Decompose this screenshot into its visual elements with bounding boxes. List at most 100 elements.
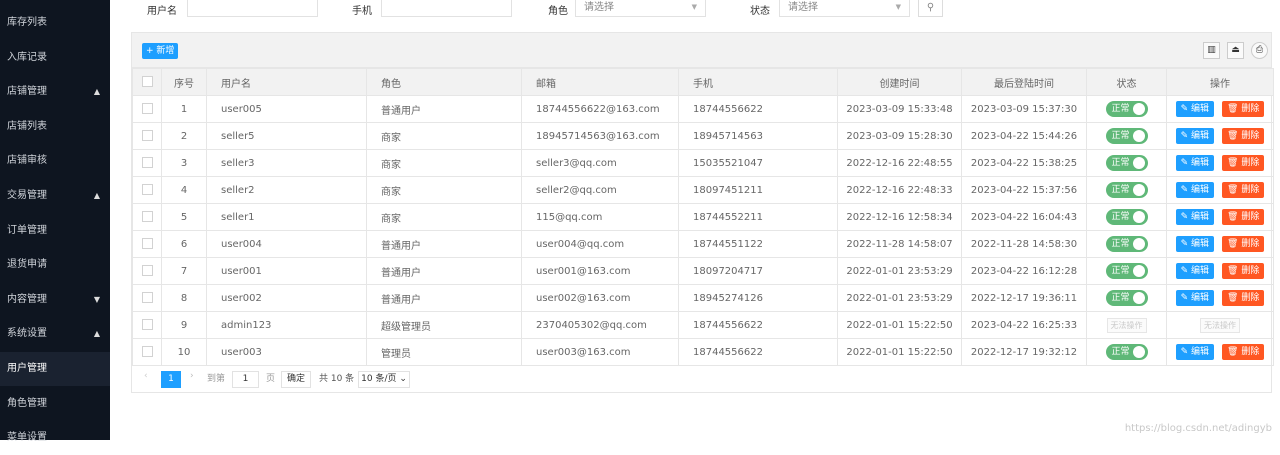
username-input[interactable] (187, 0, 318, 17)
edit-button[interactable]: ✎ 编辑 (1175, 101, 1215, 117)
table-cell: 18744552211 (678, 203, 838, 231)
sidebar-item[interactable]: 店铺管理 ▲ (0, 75, 110, 109)
table-cell: user002 (206, 284, 367, 312)
table-cell: seller2@qq.com (521, 176, 679, 204)
delete-button[interactable]: 🗑 删除 (1222, 290, 1265, 306)
edit-button[interactable]: ✎ 编辑 (1175, 209, 1215, 225)
role-select[interactable]: 请选择 ▼ (575, 0, 706, 17)
sidebar-item-label: 店铺管理 (7, 86, 47, 98)
row-checkbox[interactable] (132, 338, 162, 366)
sidebar-item[interactable]: 入库记录 (0, 41, 110, 75)
table-cell: seller3@qq.com (521, 149, 679, 177)
column-header: 序号 (161, 68, 207, 96)
caret-up-icon: ▲ (93, 87, 100, 97)
prev-page-icon[interactable]: ‹ (144, 371, 148, 381)
confirm-button[interactable]: 确定 (281, 371, 311, 388)
user-table-panel: + 新增 ▥ ⏏ ⎙ 序号 用户名 角色 邮箱 手机 创建时间 最后登陆时间 状态 操作 1 us… (131, 32, 1274, 393)
table-cell: 2022-11-28 14:58:07 (837, 230, 962, 258)
sidebar-item-label: 内容管理 (7, 293, 47, 305)
edit-button[interactable]: ✎ 编辑 (1175, 182, 1215, 198)
row-checkbox[interactable] (132, 257, 162, 285)
table-cell: 5 (161, 203, 207, 231)
edit-button[interactable]: ✎ 编辑 (1175, 344, 1215, 360)
sidebar-item[interactable]: 退货申请 (0, 248, 110, 282)
delete-button[interactable]: 🗑 删除 (1222, 155, 1265, 171)
delete-button[interactable]: 🗑 删除 (1222, 128, 1265, 144)
edit-button[interactable]: ✎ 编辑 (1175, 290, 1215, 306)
status-toggle[interactable]: 正常 (1105, 236, 1148, 252)
row-checkbox[interactable] (132, 122, 162, 150)
edit-button[interactable]: ✎ 编辑 (1175, 155, 1215, 171)
row-checkbox[interactable] (132, 95, 162, 123)
delete-button[interactable]: 🗑 删除 (1222, 182, 1265, 198)
columns-icon[interactable]: ▥ (1203, 42, 1220, 59)
status-toggle[interactable]: 正常 (1105, 209, 1148, 225)
sidebar-item[interactable]: 系统设置 ▲ (0, 317, 110, 351)
sidebar-item[interactable]: 交易管理 ▲ (0, 179, 110, 213)
sidebar-item[interactable]: 店铺审核 (0, 144, 110, 178)
user-table: 序号 用户名 角色 邮箱 手机 创建时间 最后登陆时间 状态 操作 1 user005 普通用户 18… (132, 68, 1274, 366)
page-size-select[interactable]: 10 条/页 ⌄ (358, 371, 410, 388)
sidebar-item[interactable]: 订单管理 (0, 214, 110, 248)
status-placeholder: 请选择 (788, 2, 818, 13)
next-page-icon[interactable]: › (190, 371, 194, 381)
status-toggle[interactable]: 正常 (1105, 155, 1148, 171)
status-toggle[interactable]: 正常 (1105, 263, 1148, 279)
edit-button[interactable]: ✎ 编辑 (1175, 236, 1215, 252)
row-checkbox[interactable] (132, 230, 162, 258)
table-cell: 18945274126 (678, 284, 838, 312)
delete-button[interactable]: 🗑 删除 (1222, 101, 1265, 117)
table-row: 4 seller2 商家 seller2@qq.com 18097451211 2022-… (132, 176, 1274, 204)
table-cell: 2022-11-28 14:58:30 (961, 230, 1087, 258)
row-checkbox[interactable] (132, 149, 162, 177)
delete-button[interactable]: 🗑 删除 (1222, 344, 1265, 360)
delete-button[interactable]: 🗑 删除 (1222, 263, 1265, 279)
status-toggle[interactable]: 正常 (1105, 101, 1148, 117)
sidebar-item-label: 用户管理 (7, 363, 47, 374)
table-cell: 2023-03-09 15:33:48 (837, 95, 962, 123)
row-checkbox[interactable] (132, 203, 162, 231)
table-cell: 2023-04-22 15:38:25 (961, 149, 1087, 177)
sidebar-item[interactable]: 菜单设置 (0, 421, 110, 455)
sidebar-item-label: 订单管理 (7, 224, 47, 236)
edit-button[interactable]: ✎ 编辑 (1175, 128, 1215, 144)
column-header: 角色 (366, 68, 522, 96)
table-cell: user003@163.com (521, 338, 679, 366)
export-icon[interactable]: ⏏ (1227, 42, 1244, 59)
table-header: 序号 用户名 角色 邮箱 手机 创建时间 最后登陆时间 状态 操作 (132, 68, 1274, 96)
status-text: 正常 (1111, 239, 1130, 249)
add-button[interactable]: + 新增 (142, 43, 179, 59)
phone-input[interactable] (381, 0, 512, 17)
sidebar-item[interactable]: 库存列表 (0, 6, 110, 40)
sidebar-item-label: 店铺列表 (7, 120, 47, 132)
table-cell: 18097204717 (678, 257, 838, 285)
table-cell: user004 (206, 230, 367, 258)
print-icon[interactable]: ⎙ (1251, 42, 1268, 59)
row-checkbox[interactable] (132, 311, 162, 339)
status-toggle[interactable]: 正常 (1105, 182, 1148, 198)
search-button[interactable]: ⚲ (918, 0, 943, 17)
row-checkbox[interactable] (132, 284, 162, 312)
pagination: ‹ 1 › 到第 1 页 确定 共 10 条 10 条/页 ⌄ (132, 366, 1271, 393)
status-toggle[interactable]: 正常 (1105, 128, 1148, 144)
select-all-checkbox[interactable] (132, 68, 162, 96)
column-header: 状态 (1086, 68, 1167, 96)
page-current[interactable]: 1 (161, 371, 181, 388)
status-select[interactable]: 请选择 ▼ (779, 0, 910, 17)
status-toggle[interactable]: 正常 (1105, 290, 1148, 306)
sidebar-item[interactable]: 用户管理 (0, 352, 110, 386)
delete-button[interactable]: 🗑 删除 (1222, 209, 1265, 225)
table-cell: seller3 (206, 149, 367, 177)
delete-button[interactable]: 🗑 删除 (1222, 236, 1265, 252)
table-row: 6 user004 普通用户 user004@qq.com 18744551122 202… (132, 230, 1274, 258)
page-input[interactable]: 1 (232, 371, 259, 388)
edit-button[interactable]: ✎ 编辑 (1175, 263, 1215, 279)
sidebar-item[interactable]: 内容管理 ▼ (0, 283, 110, 317)
row-checkbox[interactable] (132, 176, 162, 204)
status-toggle[interactable]: 正常 (1105, 344, 1148, 360)
sidebar: 库存列表 入库记录店铺管理 ▲ 店铺列表店铺审核 交易管理 ▲ 订单管理退货申请 内容管理 ▼ 系… (0, 0, 110, 443)
sidebar-item[interactable]: 店铺列表 (0, 110, 110, 144)
sidebar-item[interactable]: 角色管理 (0, 387, 110, 421)
table-row: 9 admin123 超级管理员 2370405302@qq.com 187445566… (132, 311, 1274, 339)
table-cell: 普通用户 (366, 284, 522, 312)
